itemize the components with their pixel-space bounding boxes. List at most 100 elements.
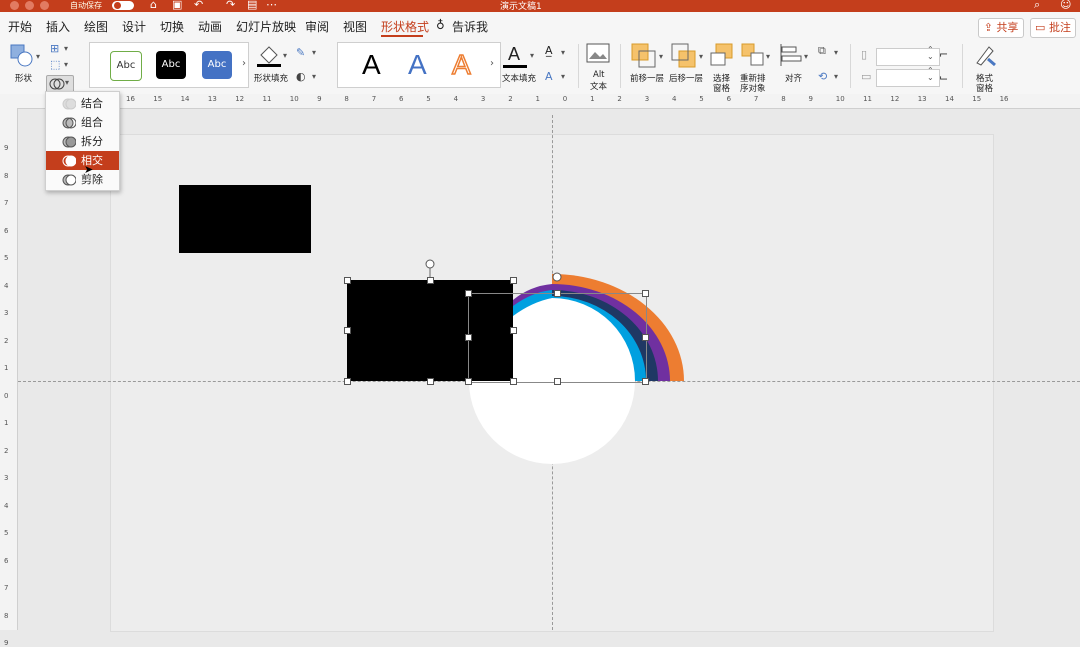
ruler-number: 1 — [4, 419, 9, 427]
resize-handle[interactable] — [465, 290, 472, 297]
text-effects-icon[interactable]: A — [545, 70, 553, 83]
comments-button[interactable]: ▭ 批注 — [1030, 18, 1076, 38]
resize-handle[interactable] — [344, 327, 351, 334]
search-icon[interactable]: ⌕ — [1034, 0, 1040, 12]
resize-handle[interactable] — [427, 277, 434, 284]
chevron-down-icon[interactable]: ▾ — [699, 52, 703, 61]
chevron-down-icon[interactable]: ▾ — [312, 48, 316, 57]
send-backward-icon[interactable] — [671, 43, 697, 69]
rotate-icon[interactable]: ⟲ — [818, 70, 827, 83]
shape-effects-icon[interactable]: ◐ — [296, 70, 306, 83]
reorder-objects-icon[interactable] — [741, 43, 765, 69]
resize-handle[interactable] — [554, 290, 561, 297]
menu-item-label: 组合 — [81, 116, 103, 129]
redo-icon[interactable]: ↷ — [226, 0, 235, 11]
tab-animations[interactable]: 动画 — [198, 18, 222, 35]
undo-icon[interactable]: ↶ — [194, 0, 203, 11]
resize-handle[interactable] — [465, 334, 472, 341]
resize-handle[interactable] — [642, 290, 649, 297]
chevron-down-icon[interactable]: ▾ — [659, 52, 663, 61]
share-button[interactable]: ⇪ 共享 — [978, 18, 1024, 38]
tab-home[interactable]: 开始 — [8, 18, 32, 35]
insert-shapes-icon[interactable] — [10, 44, 34, 68]
chevron-down-icon[interactable]: ▾ — [561, 48, 565, 57]
menu-item-intersect[interactable]: 相交 — [46, 151, 119, 170]
crop-icon[interactable]: ⌐ — [939, 48, 948, 61]
home-icon[interactable]: ⌂ — [150, 0, 157, 11]
wordart-sample[interactable]: A — [451, 48, 471, 81]
present-icon[interactable]: ▤ — [247, 0, 257, 11]
ruler-number: 6 — [399, 95, 404, 103]
selection-pane-icon[interactable] — [710, 43, 734, 69]
black-rectangle[interactable] — [179, 185, 311, 253]
text-outline-icon[interactable]: A̲ — [545, 44, 553, 57]
share-icon: ⇪ — [983, 21, 993, 34]
text-fill-icon[interactable]: A — [503, 43, 527, 69]
shape-style-sample[interactable]: Abc — [110, 51, 142, 81]
gallery-next-icon[interactable]: › — [490, 58, 494, 69]
autosave-toggle[interactable] — [112, 1, 134, 10]
tell-me-search[interactable]: 告诉我 — [452, 18, 488, 35]
resize-handle[interactable] — [344, 378, 351, 385]
chevron-down-icon[interactable]: ▾ — [834, 48, 838, 57]
combine-icon — [62, 117, 76, 129]
tab-shape-format[interactable]: 形状格式 — [381, 18, 429, 35]
bring-forward-icon[interactable] — [631, 43, 657, 69]
resize-handle[interactable] — [554, 378, 561, 385]
lock-aspect-icon[interactable]: ⌙ — [939, 71, 948, 84]
resize-handle[interactable] — [510, 327, 517, 334]
minimize-window-button[interactable] — [25, 1, 34, 10]
chevron-down-icon[interactable]: ▾ — [804, 52, 808, 61]
shape-fill-icon[interactable] — [257, 43, 281, 67]
save-icon[interactable]: ▣ — [172, 0, 182, 11]
shape-outline-icon[interactable]: ✎ — [296, 46, 305, 59]
chevron-down-icon[interactable]: ▾ — [834, 72, 838, 81]
account-icon[interactable]: ☺ — [1060, 0, 1071, 11]
menu-item-fragment[interactable]: 拆分 — [46, 132, 119, 151]
zoom-window-button[interactable] — [40, 1, 49, 10]
tab-slideshow[interactable]: 幻灯片放映 — [236, 18, 296, 35]
chevron-down-icon[interactable]: ▾ — [64, 44, 68, 53]
spinner-down-icon[interactable]: ⌄ — [927, 73, 934, 82]
alt-text-icon[interactable] — [586, 43, 610, 65]
text-box-icon[interactable]: ⊞ — [50, 42, 59, 55]
close-window-button[interactable] — [10, 1, 19, 10]
resize-handle[interactable] — [427, 378, 434, 385]
ruler-number: 8 — [781, 95, 786, 103]
chevron-down-icon[interactable]: ▾ — [530, 51, 534, 60]
resize-handle[interactable] — [465, 378, 472, 385]
resize-handle[interactable] — [642, 334, 649, 341]
chevron-down-icon[interactable]: ▾ — [64, 60, 68, 69]
tab-insert[interactable]: 插入 — [46, 18, 70, 35]
shape-style-sample[interactable]: Abc — [156, 51, 186, 79]
chevron-down-icon[interactable]: ▾ — [561, 72, 565, 81]
align-icon[interactable] — [779, 43, 803, 67]
resize-handle[interactable] — [344, 277, 351, 284]
tab-draw[interactable]: 绘图 — [84, 18, 108, 35]
resize-handle[interactable] — [510, 378, 517, 385]
menu-item-combine[interactable]: 组合 — [46, 113, 119, 132]
resize-handle[interactable] — [642, 378, 649, 385]
chevron-down-icon[interactable]: ▾ — [766, 52, 770, 61]
tab-view[interactable]: 视图 — [343, 18, 367, 35]
chevron-down-icon[interactable]: ▾ — [36, 52, 40, 61]
group-objects-icon[interactable]: ⧉ — [818, 44, 826, 58]
menu-item-subtract[interactable]: 剪除 — [46, 170, 119, 189]
shape-style-sample[interactable]: Abc — [202, 51, 232, 79]
more-icon[interactable]: ⋯ — [266, 0, 277, 11]
chevron-down-icon[interactable]: ▾ — [283, 51, 287, 60]
resize-handle[interactable] — [510, 277, 517, 284]
chevron-down-icon[interactable]: ▾ — [312, 72, 316, 81]
spinner-down-icon[interactable]: ⌄ — [927, 52, 934, 61]
wordart-sample[interactable]: A — [408, 49, 427, 81]
format-pane-icon[interactable] — [973, 43, 997, 67]
tab-transitions[interactable]: 切换 — [160, 18, 184, 35]
menu-item-union[interactable]: 结合 — [46, 94, 119, 113]
wordart-sample[interactable]: A — [362, 49, 381, 81]
gallery-next-icon[interactable]: › — [242, 58, 246, 69]
tab-review[interactable]: 审阅 — [305, 18, 329, 35]
ruler-number: 1 — [4, 364, 9, 372]
edit-shape-icon[interactable]: ⬚ — [50, 58, 60, 71]
ruler-number: 10 — [289, 95, 299, 103]
tab-design[interactable]: 设计 — [122, 18, 146, 35]
